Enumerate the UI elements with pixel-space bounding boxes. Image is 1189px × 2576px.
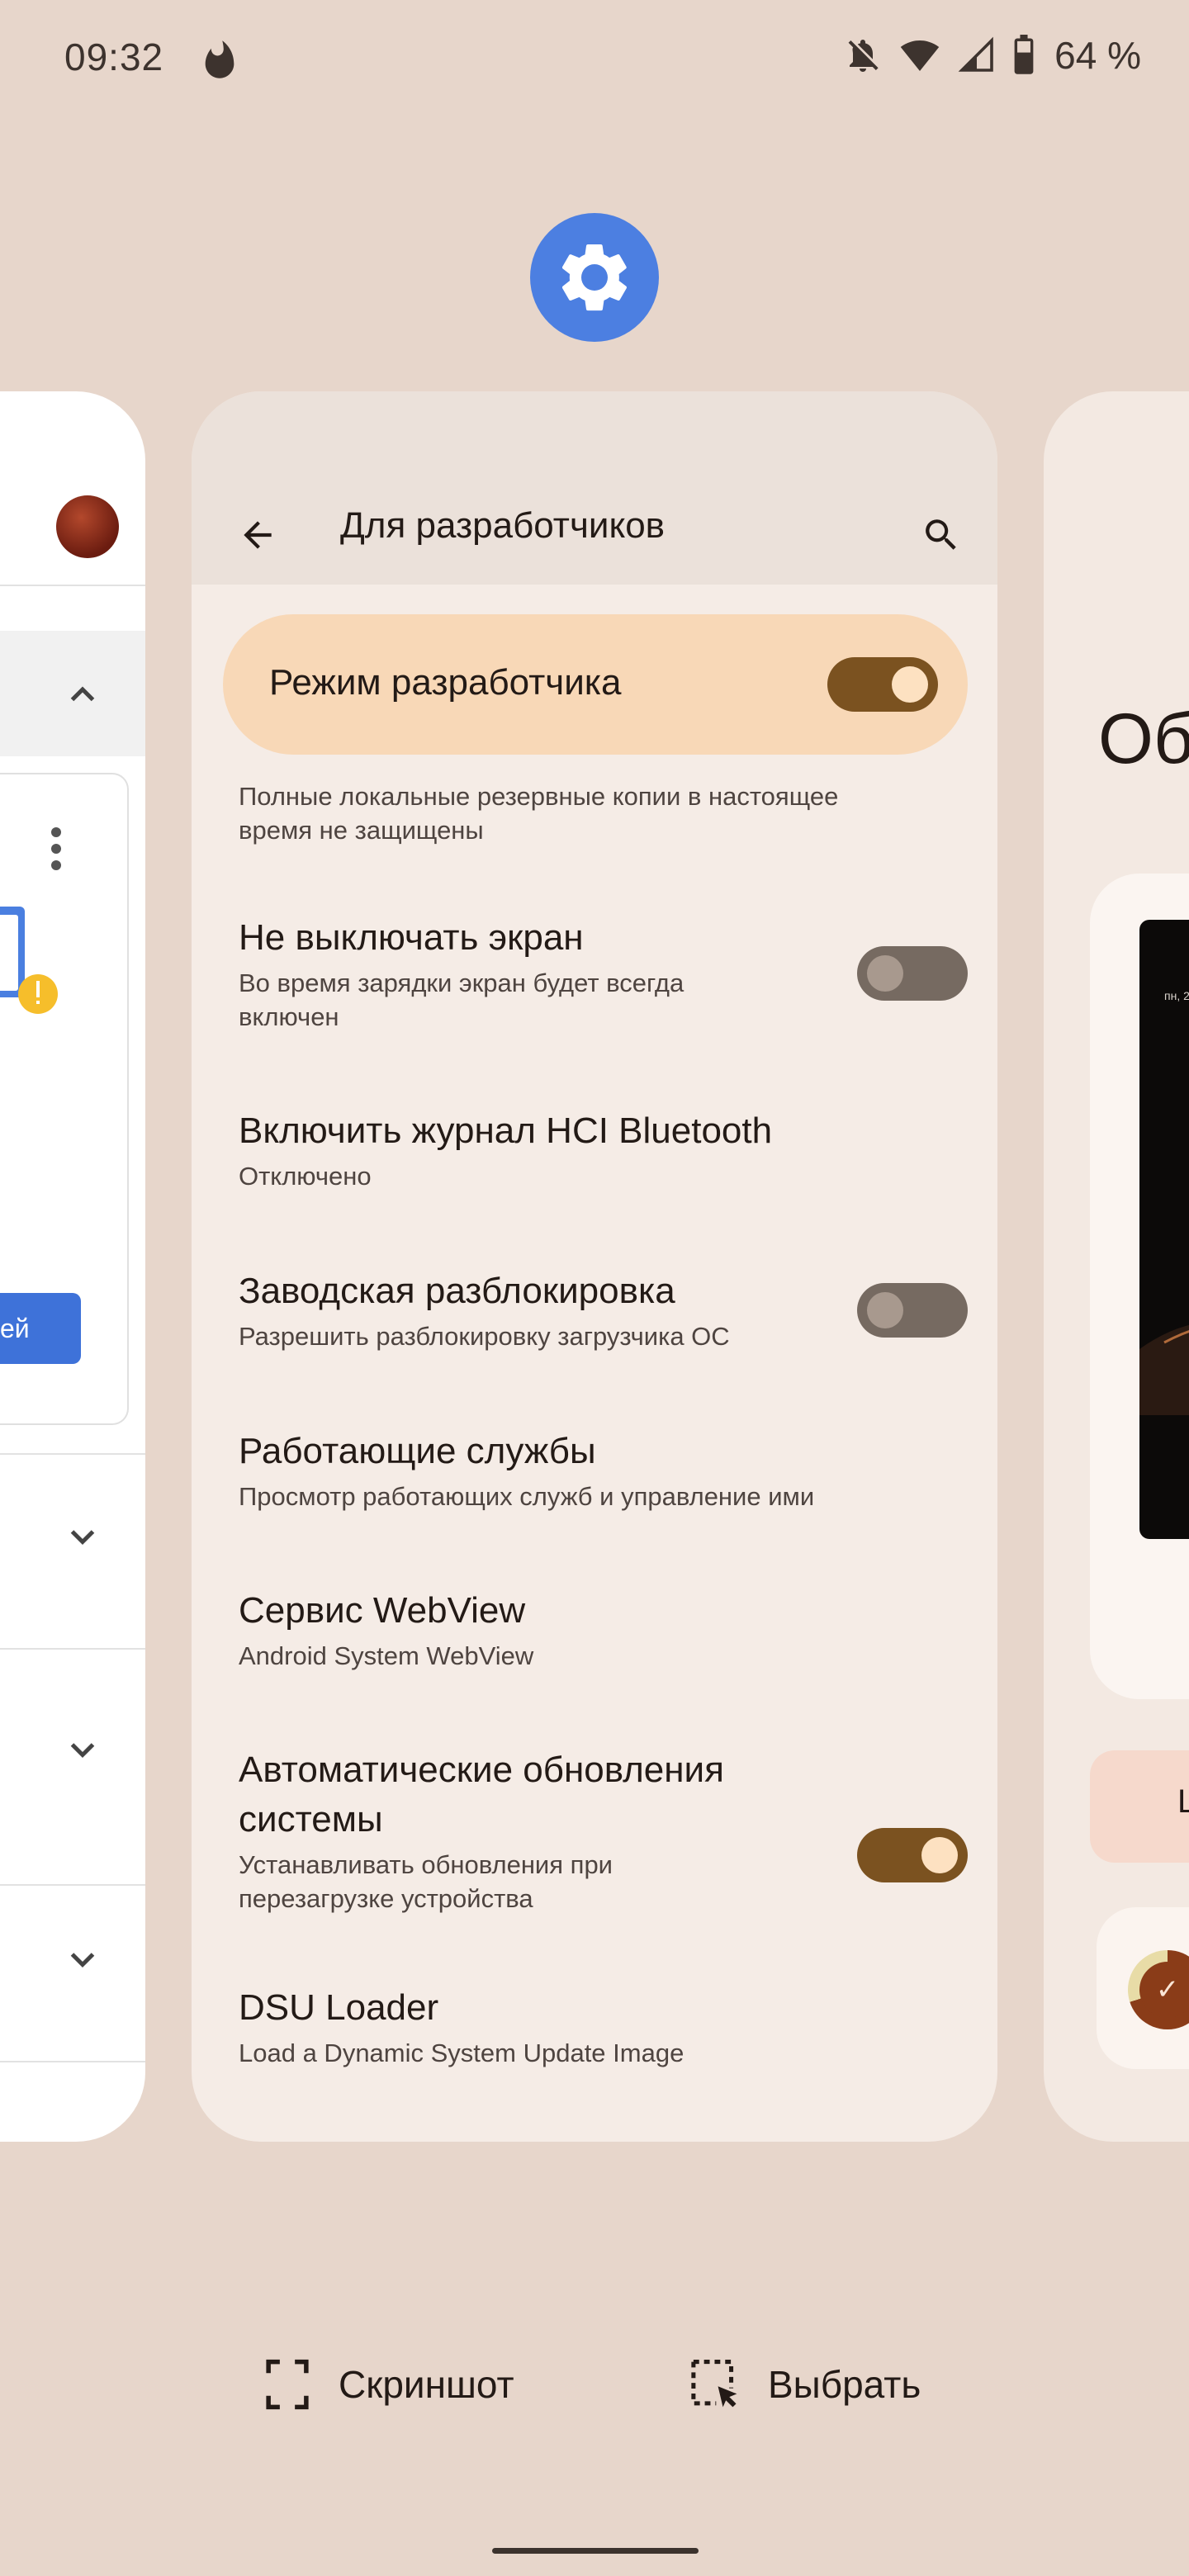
divider bbox=[0, 2061, 145, 2062]
status-icons: 64 % bbox=[843, 33, 1141, 78]
phone-preview: пн, 2 bbox=[1139, 920, 1189, 1539]
wifi-icon bbox=[900, 40, 940, 71]
developer-mode-label: Режим разработчика bbox=[269, 662, 622, 703]
more-vert-icon[interactable] bbox=[46, 824, 66, 874]
pref-title: Автоматические обновления системы bbox=[239, 1750, 724, 1840]
password-clipboard-illustration bbox=[0, 907, 58, 1014]
divider bbox=[0, 1453, 145, 1455]
divider bbox=[0, 1648, 145, 1650]
recent-app-card-right[interactable]: Об пн, 2 L ✓ bbox=[1044, 391, 1189, 2142]
page-title: Для разработчиков bbox=[340, 505, 666, 546]
pref-title: Работающие службы bbox=[239, 1431, 596, 1471]
switch-thumb bbox=[867, 955, 903, 992]
pref-running-services[interactable]: Работающие службы Просмотр работающих сл… bbox=[239, 1427, 949, 1513]
screenshot-label: Скриншот bbox=[339, 2363, 514, 2406]
pref-subtitle: Разрешить разблокировку загрузчика ОС bbox=[239, 1322, 730, 1351]
expanded-section-header[interactable] bbox=[0, 631, 145, 756]
pref-subtitle: Load a Dynamic System Update Image bbox=[239, 2039, 685, 2067]
pref-subtitle: Android System WebView bbox=[239, 1641, 534, 1670]
search-button[interactable] bbox=[908, 502, 974, 568]
pref-title: Сервис WebView bbox=[239, 1590, 526, 1631]
screenshot-button[interactable]: Скриншот bbox=[264, 2351, 514, 2417]
arrow-back-icon bbox=[244, 521, 272, 549]
pref-automatic-system-updates[interactable]: Автоматические обновления системы Устана… bbox=[239, 1745, 949, 1915]
recent-app-card-left[interactable]: ** ей bbox=[0, 391, 145, 2142]
app-bar: Для разработчиков bbox=[192, 391, 997, 585]
divider bbox=[0, 1884, 145, 1886]
pref-bluetooth-hci-log[interactable]: Включить журнал HCI Bluetooth Отключено bbox=[239, 1106, 949, 1193]
color-option-card[interactable]: ✓ bbox=[1097, 1907, 1189, 2069]
developer-mode-toggle-row[interactable]: Режим разработчика bbox=[223, 614, 968, 755]
chevron-down-icon[interactable] bbox=[58, 1511, 107, 1560]
developer-mode-switch[interactable] bbox=[827, 657, 938, 712]
heading-fragment: Об bbox=[1098, 699, 1189, 779]
settings-app-icon[interactable] bbox=[530, 213, 659, 342]
screenshot-icon bbox=[266, 2359, 309, 2410]
phone-preview-date: пн, 2 bbox=[1164, 989, 1189, 1002]
pref-title: DSU Loader bbox=[239, 1987, 439, 2028]
navigation-handle[interactable] bbox=[492, 2548, 699, 2554]
switch-thumb bbox=[867, 1292, 903, 1328]
wallpaper-glow bbox=[1139, 1325, 1189, 1415]
search-icon bbox=[926, 519, 956, 550]
pref-dsu-loader[interactable]: DSU Loader Load a Dynamic System Update … bbox=[239, 1983, 949, 2070]
select-button[interactable]: Выбрать bbox=[689, 2351, 921, 2417]
status-bar: 09:32 64 % bbox=[0, 0, 1189, 116]
settings-gear-icon bbox=[561, 244, 628, 311]
pill-label: L bbox=[1177, 1783, 1189, 1820]
back-button[interactable] bbox=[225, 502, 291, 568]
chevron-down-icon[interactable] bbox=[58, 1724, 107, 1773]
pref-oem-unlocking[interactable]: Заводская разблокировка Разрешить разбло… bbox=[239, 1267, 949, 1353]
chevron-up-icon[interactable] bbox=[58, 669, 107, 718]
battery-icon bbox=[1014, 35, 1034, 74]
pref-title: Не выключать экран bbox=[239, 917, 584, 958]
status-time: 09:32 bbox=[64, 36, 164, 78]
pref-subtitle: Просмотр работающих служб и управление и… bbox=[239, 1482, 815, 1511]
pref-subtitle: Устанавливать обновления при перезагрузк… bbox=[239, 1850, 613, 1913]
stay-awake-switch[interactable] bbox=[857, 946, 968, 1001]
fire-notification-icon bbox=[205, 40, 234, 78]
battery-percentage: 64 % bbox=[1054, 34, 1141, 77]
switch-thumb bbox=[892, 666, 928, 703]
chevron-down-icon[interactable] bbox=[58, 1934, 107, 1983]
bell-off-icon bbox=[848, 40, 879, 72]
switch-thumb bbox=[921, 1837, 958, 1873]
check-passwords-button[interactable]: ей bbox=[0, 1293, 81, 1364]
oem-unlocking-switch[interactable] bbox=[857, 1283, 968, 1338]
pref-title: Включить журнал HCI Bluetooth bbox=[239, 1110, 773, 1151]
divider bbox=[0, 585, 145, 586]
pref-subtitle: Во время зарядки экран будет всегда вклю… bbox=[239, 968, 685, 1031]
avatar[interactable] bbox=[56, 495, 119, 558]
recent-app-card-settings[interactable]: Для разработчиков Режим разработчика Пол… bbox=[192, 391, 997, 2142]
select-label: Выбрать bbox=[768, 2363, 921, 2406]
backup-warning-text: Полные локальные резервные копии в насто… bbox=[239, 782, 839, 845]
pref-subtitle: Отключено bbox=[239, 1162, 372, 1191]
pill-button[interactable]: L bbox=[1090, 1750, 1189, 1863]
color-swatch[interactable]: ✓ bbox=[1128, 1950, 1189, 2029]
check-icon: ✓ bbox=[1139, 1962, 1189, 2018]
signal-icon bbox=[958, 36, 993, 72]
pref-webview-service[interactable]: Сервис WebView Android System WebView bbox=[239, 1586, 949, 1673]
select-icon bbox=[691, 2360, 737, 2408]
pref-title: Заводская разблокировка bbox=[239, 1271, 675, 1311]
auto-updates-switch[interactable] bbox=[857, 1828, 968, 1882]
pref-stay-awake[interactable]: Не выключать экран Во время зарядки экра… bbox=[239, 913, 949, 1034]
